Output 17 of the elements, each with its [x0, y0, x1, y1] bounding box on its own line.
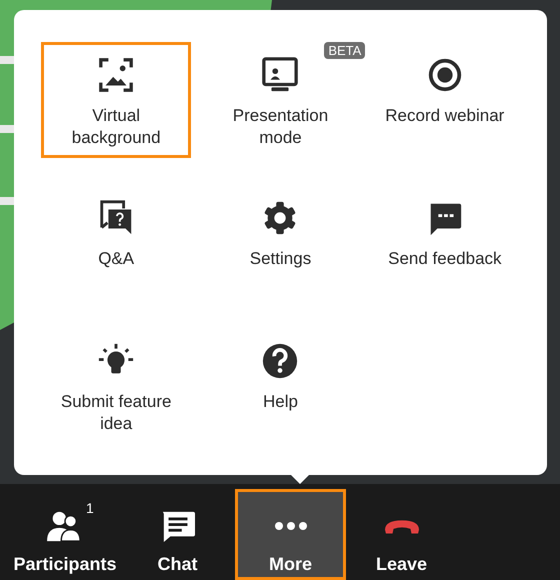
menu-item[interactable]: Help — [248, 328, 312, 422]
toolbar-button[interactable]: More — [235, 489, 346, 580]
beta-badge: BETA — [324, 42, 366, 59]
toolbar-button[interactable]: 1 Participants — [10, 489, 120, 580]
image-frame-icon — [97, 56, 136, 94]
menu-item[interactable]: Virtual background — [41, 42, 192, 158]
menu-item[interactable]: Settings — [236, 185, 324, 279]
menu-item[interactable]: Record webinar — [372, 42, 518, 136]
more-icon — [274, 522, 306, 530]
menu-item[interactable]: Q&A — [84, 185, 148, 279]
toolbar-button[interactable]: Leave — [346, 489, 457, 580]
help-icon — [261, 342, 300, 380]
toolbar-button[interactable]: Chat — [120, 489, 235, 580]
monitor-icon — [261, 56, 300, 94]
participant-count: 1 — [86, 500, 94, 516]
menu-item[interactable]: Send feedback — [375, 185, 515, 279]
menu-item[interactable]: Submit feature idea — [41, 328, 192, 444]
